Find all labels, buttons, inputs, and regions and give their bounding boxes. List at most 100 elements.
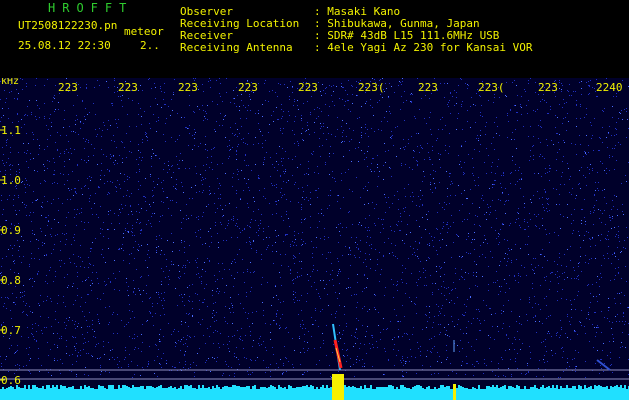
baseline-spike: [544, 388, 546, 390]
noise-speck: [619, 241, 620, 242]
noise-speck: [300, 324, 301, 325]
baseline-spike: [140, 386, 142, 390]
noise-speck: [76, 193, 77, 194]
noise-speck: [207, 306, 208, 307]
noise-speck: [275, 242, 276, 243]
noise-speck: [259, 129, 260, 130]
noise-speck: [67, 287, 68, 288]
noise-speck: [367, 166, 368, 167]
noise-speck: [286, 211, 287, 212]
noise-speck: [173, 94, 174, 95]
noise-speck: [344, 306, 345, 307]
noise-speck: [288, 361, 289, 362]
noise-speck: [308, 200, 309, 201]
noise-speck: [285, 328, 286, 329]
noise-speck: [104, 281, 105, 282]
noise-speck: [352, 224, 353, 225]
noise-speck: [505, 292, 506, 293]
noise-speck: [569, 95, 570, 96]
noise-speck: [217, 164, 218, 165]
noise-speck: [173, 172, 174, 173]
noise-speck: [181, 117, 182, 118]
noise-speck: [275, 230, 276, 231]
noise-speck: [502, 359, 503, 360]
noise-speck: [560, 377, 561, 378]
noise-speck: [497, 326, 498, 327]
noise-speck: [398, 209, 399, 210]
noise-speck: [250, 242, 251, 243]
baseline-spike: [400, 385, 402, 390]
noise-speck: [108, 192, 109, 193]
noise-speck: [169, 270, 170, 271]
noise-speck: [383, 179, 384, 180]
noise-speck: [484, 235, 485, 236]
noise-speck: [154, 83, 155, 84]
noise-speck: [172, 165, 173, 166]
noise-speck: [239, 228, 240, 229]
noise-speck: [400, 148, 401, 149]
noise-speck: [214, 275, 215, 276]
noise-speck: [417, 78, 418, 79]
noise-speck: [567, 90, 568, 91]
noise-speck: [435, 187, 436, 188]
noise-speck: [396, 285, 397, 286]
noise-speck: [449, 100, 450, 101]
noise-speck: [401, 279, 402, 280]
noise-speck: [41, 231, 42, 232]
noise-speck: [131, 231, 132, 232]
noise-speck: [476, 93, 477, 94]
noise-speck: [117, 333, 118, 334]
baseline-spike: [528, 389, 530, 390]
baseline-spike: [250, 389, 252, 390]
noise-speck: [314, 122, 315, 123]
noise-speck: [127, 231, 128, 232]
noise-speck: [612, 334, 613, 335]
noise-speck: [463, 172, 464, 173]
baseline-spike: [32, 385, 34, 390]
noise-speck: [316, 364, 317, 365]
noise-speck: [350, 254, 351, 255]
noise-speck: [148, 364, 149, 365]
noise-speck: [454, 303, 455, 304]
noise-speck: [620, 347, 621, 348]
noise-speck: [396, 355, 397, 356]
noise-speck: [521, 373, 522, 374]
noise-speck: [147, 366, 148, 367]
noise-speck: [510, 223, 511, 224]
noise-speck: [179, 295, 180, 296]
noise-speck: [20, 297, 21, 298]
noise-speck: [177, 305, 178, 306]
noise-speck: [205, 111, 206, 112]
noise-speck: [462, 101, 463, 102]
noise-speck: [618, 237, 619, 238]
noise-speck: [16, 297, 17, 298]
noise-speck: [441, 308, 442, 309]
noise-speck: [462, 256, 463, 257]
noise-speck: [41, 330, 42, 331]
noise-speck: [183, 337, 184, 338]
noise-speck: [140, 294, 141, 295]
noise-speck: [57, 234, 58, 235]
noise-speck: [449, 133, 450, 134]
noise-speck: [375, 295, 376, 296]
noise-speck: [220, 333, 221, 334]
noise-speck: [277, 310, 278, 311]
noise-speck: [515, 339, 516, 340]
noise-speck: [249, 190, 250, 191]
baseline-spike: [492, 385, 494, 390]
noise-speck: [146, 136, 147, 137]
noise-speck: [429, 98, 430, 99]
noise-speck: [119, 155, 120, 156]
noise-speck: [462, 361, 463, 362]
noise-speck: [283, 181, 284, 182]
baseline-spike: [346, 387, 348, 390]
noise-speck: [540, 254, 541, 255]
noise-speck: [338, 224, 339, 225]
noise-speck: [310, 216, 311, 217]
baseline-spike: [0, 389, 2, 390]
noise-speck: [307, 274, 308, 275]
noise-speck: [146, 210, 147, 211]
noise-speck: [533, 136, 534, 137]
noise-speck: [270, 332, 271, 333]
noise-speck: [556, 133, 557, 134]
